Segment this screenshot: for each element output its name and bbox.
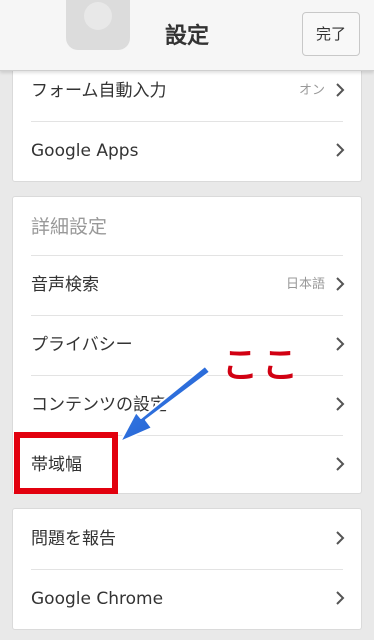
pointer-arrow-icon [119, 365, 211, 443]
